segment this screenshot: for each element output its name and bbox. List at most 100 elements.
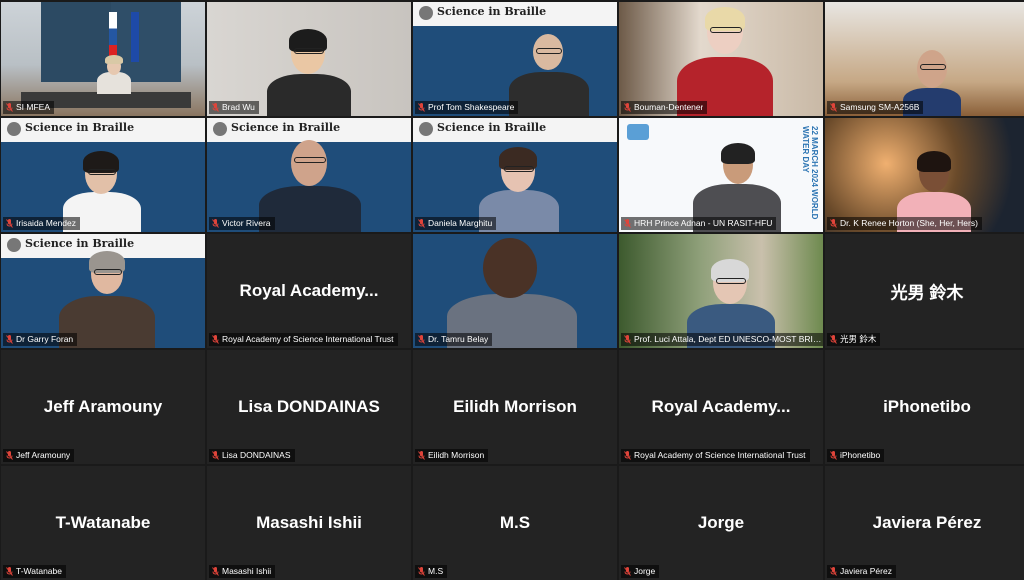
participant-name: Prof. Luci Attala, Dept ED UNESCO-MOST B… — [634, 334, 822, 344]
participant-tile[interactable]: 22 MARCH 2024 WORLD WATER DAY HRH Prince … — [619, 118, 823, 232]
participant-tile[interactable]: Bouman-Dentener — [619, 2, 823, 116]
participant-name: Jorge — [634, 566, 656, 576]
participant-name-label: Dr Garry Foran — [3, 333, 78, 346]
participant-video: Science in Braille — [413, 118, 617, 232]
participant-name-label: Prof Tom Shakespeare — [415, 101, 519, 114]
braille-banner-title: Science in Braille — [437, 121, 547, 134]
participant-name-label: 光男 鈴木 — [827, 333, 881, 346]
participant-tile[interactable]: SI MFEA — [1, 2, 205, 116]
braille-logo-icon — [213, 122, 227, 136]
participant-name: Samsung SM-A256B — [840, 102, 920, 112]
organization-logo — [627, 124, 649, 140]
participant-name-label: Dr. K Renee Horton (She, Her, Hers) — [827, 217, 982, 230]
mic-muted-icon — [624, 103, 634, 112]
participant-name-label: SI MFEA — [3, 101, 55, 114]
participant-name: 光男 鈴木 — [840, 334, 877, 344]
participant-tile[interactable]: Eilidh Morrison Eilidh Morrison — [413, 350, 617, 464]
participant-tile[interactable]: Masashi Ishii Masashi Ishii — [207, 466, 411, 580]
participant-tile[interactable]: Jeff Aramouny Jeff Aramouny — [1, 350, 205, 464]
participant-display-name: Masashi Ishii — [256, 513, 362, 532]
braille-banner: Science in Braille — [1, 118, 205, 142]
participant-tile[interactable]: Lisa DONDAINAS Lisa DONDAINAS — [207, 350, 411, 464]
braille-logo-icon — [7, 122, 21, 136]
participant-video — [619, 2, 823, 116]
participant-name: Dr Garry Foran — [16, 334, 74, 344]
participant-display-name: Royal Academy... — [239, 281, 379, 300]
participant-name: Masashi Ishii — [222, 566, 272, 576]
mic-muted-icon — [624, 219, 634, 228]
person-body — [267, 74, 351, 116]
mic-muted-icon — [6, 567, 16, 576]
participant-tile[interactable]: Prof. Luci Attala, Dept ED UNESCO-MOST B… — [619, 234, 823, 348]
participant-name-label: HRH Prince Adnan - UN RASIT-HFU — [621, 217, 777, 230]
participant-tile[interactable]: Jorge Jorge — [619, 466, 823, 580]
participant-tile[interactable]: Royal Academy... Royal Academy of Science… — [207, 234, 411, 348]
participant-grid: SI MFEA Brad Wu Science in Braille Prof Tom… — [0, 0, 1024, 580]
participant-tile[interactable]: Samsung SM-A256B — [825, 2, 1024, 116]
participant-display-name: Royal Academy... — [651, 397, 791, 416]
participant-name-label: Bouman-Dentener — [621, 101, 708, 114]
participant-tile[interactable]: Science in Braille Dr Garry Foran — [1, 234, 205, 348]
participant-display-name: T-Watanabe — [55, 513, 151, 532]
participant-video: Science in Braille — [1, 118, 205, 232]
participant-name-label: Brad Wu — [209, 101, 259, 114]
mic-muted-icon — [418, 335, 428, 344]
participant-name: Jeff Aramouny — [16, 450, 71, 460]
participant-tile[interactable]: 光男 鈴木 光男 鈴木 — [825, 234, 1024, 348]
person-hair — [917, 151, 951, 172]
mic-muted-icon — [830, 103, 840, 112]
person-glasses — [294, 47, 324, 54]
participant-tile[interactable]: Science in Braille Prof Tom Shakespeare — [413, 2, 617, 116]
braille-banner-title: Science in Braille — [25, 237, 135, 250]
participant-tile[interactable]: M.S M.S — [413, 466, 617, 580]
braille-banner-title: Science in Braille — [231, 121, 341, 134]
participant-video — [413, 234, 617, 348]
participant-tile[interactable]: Royal Academy... Royal Academy of Science… — [619, 350, 823, 464]
braille-banner: Science in Braille — [413, 118, 617, 142]
mic-muted-icon — [212, 103, 222, 112]
participant-name: Dr. Tamru Belay — [428, 334, 489, 344]
participant-video: Science in Braille — [207, 118, 411, 232]
mic-muted-icon — [418, 567, 428, 576]
participant-name-label: T-Watanabe — [3, 565, 66, 578]
participant-tile[interactable]: iPhonetibo iPhonetibo — [825, 350, 1024, 464]
participant-tile[interactable]: Science in Braille Daniela Marghitu — [413, 118, 617, 232]
person-glasses — [504, 165, 534, 172]
mic-muted-icon — [830, 335, 840, 344]
participant-tile[interactable]: T-Watanabe T-Watanabe — [1, 466, 205, 580]
participant-tile[interactable]: Dr. K Renee Horton (She, Her, Hers) — [825, 118, 1024, 232]
participant-name-label: Daniela Marghitu — [415, 217, 497, 230]
world-water-day-caption: 22 MARCH 2024 WORLD WATER DAY — [801, 126, 819, 220]
participant-name: Lisa DONDAINAS — [222, 450, 291, 460]
braille-banner-title: Science in Braille — [437, 5, 547, 18]
person-body — [97, 72, 131, 94]
person-glasses — [710, 26, 742, 33]
participant-name: Javiera Pérez — [840, 566, 892, 576]
person-body — [509, 72, 589, 116]
participant-tile[interactable]: Brad Wu — [207, 2, 411, 116]
participant-tile[interactable]: Dr. Tamru Belay — [413, 234, 617, 348]
participant-tile[interactable]: Javiera Pérez Javiera Pérez — [825, 466, 1024, 580]
participant-name-label: Samsung SM-A256B — [827, 101, 924, 114]
participant-name-label: Jeff Aramouny — [3, 449, 75, 462]
participant-name-label: iPhonetibo — [827, 449, 885, 462]
braille-logo-icon — [419, 122, 433, 136]
person-glasses — [536, 47, 562, 54]
braille-banner-title: Science in Braille — [25, 121, 135, 134]
participant-tile[interactable]: Science in Braille Irisaida Mendez — [1, 118, 205, 232]
participant-video: Science in Braille — [1, 234, 205, 348]
participant-display-name: 光男 鈴木 — [890, 283, 964, 303]
participant-video — [619, 234, 823, 348]
participant-name-label: Javiera Pérez — [827, 565, 896, 578]
participant-tile[interactable]: Science in Braille Victor Rivera — [207, 118, 411, 232]
participant-name-label: M.S — [415, 565, 448, 578]
person-glasses — [716, 277, 746, 284]
participant-video — [825, 118, 1024, 232]
mic-muted-icon — [418, 451, 428, 460]
braille-banner: Science in Braille — [207, 118, 411, 142]
participant-name: T-Watanabe — [16, 566, 62, 576]
participant-name: Royal Academy of Science International T… — [634, 450, 806, 460]
person-glasses — [294, 157, 326, 164]
participant-video: 22 MARCH 2024 WORLD WATER DAY — [619, 118, 823, 232]
participant-name-label: Eilidh Morrison — [415, 449, 489, 462]
